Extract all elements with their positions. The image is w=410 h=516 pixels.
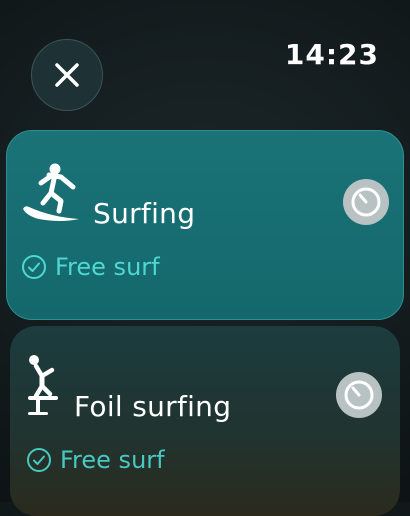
close-icon: [55, 63, 79, 87]
activity-subtitle-row: Free surf: [26, 446, 165, 474]
activity-title: Surfing: [93, 197, 196, 230]
surfing-icon: [23, 163, 79, 221]
status-time: 14:23: [284, 38, 379, 71]
activity-subtitle: Free surf: [55, 253, 160, 281]
activity-card-foil-surfing[interactable]: Foil surfing Free surf: [10, 326, 400, 516]
timer-icon: [344, 380, 374, 410]
timer-button[interactable]: [343, 179, 389, 225]
check-circle-icon: [27, 448, 51, 472]
check-circle-icon: [22, 255, 46, 279]
timer-button[interactable]: [336, 372, 382, 418]
activity-subtitle: Free surf: [60, 446, 165, 474]
close-button[interactable]: [31, 39, 103, 111]
activity-subtitle-row: Free surf: [21, 253, 160, 281]
activity-title: Foil surfing: [74, 390, 232, 423]
timer-icon: [351, 187, 381, 217]
foil-surfing-icon: [28, 355, 58, 415]
activity-card-surfing[interactable]: Surfing Free surf: [6, 130, 404, 320]
